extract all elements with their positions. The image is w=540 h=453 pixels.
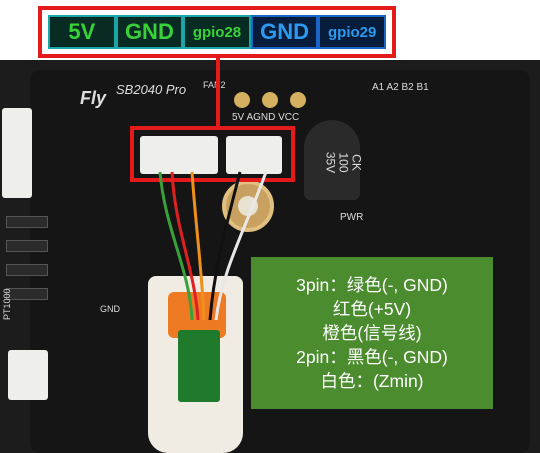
wire-info-box: 3pin：绿色(-, GND) 红色(+5V) 橙色(信号线) 2pin：黑色(… [251,257,493,409]
wire-orange [190,171,206,321]
info-line-1: 3pin：绿色(-, GND) [296,275,448,295]
info-line-4: 2pin：黑色(-, GND) [296,347,448,367]
wire-green [158,171,194,321]
info-line-2: 红色(+5V) [332,299,412,319]
info-line-3: 橙色(信号线) [322,323,422,343]
info-line-5: 白色：(Zmin) [320,371,424,391]
